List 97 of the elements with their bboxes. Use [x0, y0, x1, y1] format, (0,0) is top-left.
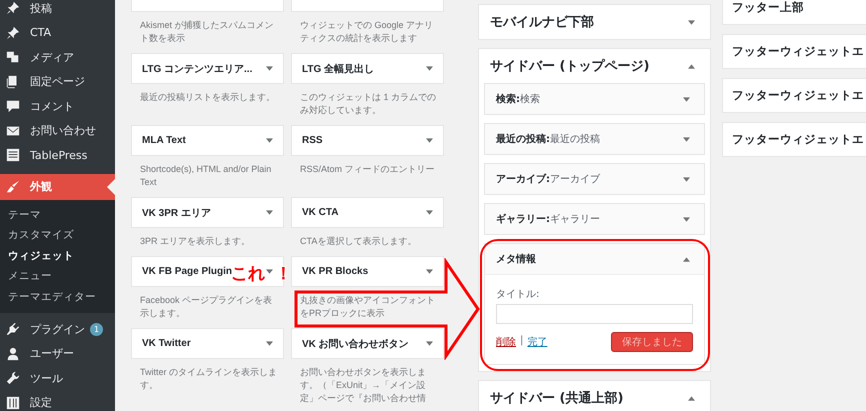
sidebar-item[interactable]: コメント — [0, 94, 115, 118]
done-link[interactable]: 完了 — [527, 335, 548, 349]
widget-tile[interactable]: VK CTA — [291, 197, 444, 228]
toggle-arrow-icon[interactable] — [683, 216, 690, 222]
widget-area-title: フッターウィジェットエ — [732, 88, 864, 103]
widget-description: 3PR エリアを表示します。 — [139, 235, 252, 248]
sidebar-item[interactable]: 投稿 — [0, 0, 115, 20]
widget-title: MLA Text — [142, 135, 186, 146]
pin-icon — [6, 26, 20, 40]
widget-description: 最近の投稿リストを表示します。 — [139, 91, 276, 104]
dropdown-arrow-icon — [426, 138, 433, 143]
dropdown-arrow-icon — [426, 66, 433, 71]
sidebar-item[interactable]: TablePress — [0, 143, 115, 168]
delete-link[interactable]: 削除 — [496, 335, 516, 349]
widget-description: Akismet が捕獲したスパムコメント数を表示 — [139, 19, 275, 45]
widget-tile[interactable]: VK お問い合わせボタン — [291, 328, 444, 359]
submenu-item[interactable]: ウィジェット — [0, 246, 115, 266]
widget-area-title: モバイルナビ下部 — [490, 14, 594, 31]
widget-title: VK Twitter — [142, 338, 191, 349]
submenu-item[interactable]: テーマ — [0, 204, 115, 225]
plug-icon — [6, 322, 20, 336]
media-icon — [6, 50, 20, 64]
widget-title: LTG 全幅見出し — [302, 62, 374, 76]
widget-title: VK 3PR エリア — [142, 206, 211, 220]
dropdown-arrow-icon — [266, 341, 273, 346]
toggle-arrow-icon[interactable] — [688, 64, 695, 68]
sidebar-item[interactable]: メディア — [0, 45, 115, 70]
sidebar-item[interactable]: ユーザー — [0, 342, 115, 366]
user-icon — [6, 346, 20, 361]
widget-tile[interactable]: LTG コンテンツエリア... — [131, 53, 284, 84]
widget-title: VK お問い合わせボタン — [302, 338, 409, 350]
widget-description: お問い合わせボタンを表示します。（「ExUnit」→「メイン設定」ページで『お問い合わせ情 — [299, 366, 427, 405]
dropdown-arrow-icon — [266, 269, 273, 274]
toggle-arrow-icon[interactable] — [683, 176, 690, 182]
pin-icon — [6, 1, 20, 16]
widget-area-title: フッターウィジェットエ — [732, 132, 864, 147]
widget-title: ギャラリー:ギャラリー — [496, 212, 600, 226]
widget-area-title: サイドバー (トップページ) — [490, 58, 650, 75]
widget-title: 検索:検索 — [496, 92, 540, 106]
widget-area-title: サイドバー (共通上部) — [490, 390, 624, 407]
widget-description: Facebook ページプラグインを表示します。 — [139, 294, 274, 320]
update-count-badge: 1 — [90, 322, 103, 336]
title-input-field[interactable] — [496, 304, 693, 324]
mail-icon — [6, 124, 20, 138]
field-label: タイトル: — [496, 288, 540, 301]
widget-description: CTAを選択して表示します。 — [299, 235, 418, 248]
toggle-arrow-icon[interactable] — [683, 96, 690, 102]
toggle-arrow-icon[interactable] — [688, 396, 695, 400]
sidebar-item[interactable]: ツール — [0, 366, 115, 390]
dropdown-arrow-icon — [266, 66, 273, 71]
comment-icon — [6, 99, 20, 114]
toggle-arrow-icon[interactable] — [683, 256, 690, 262]
toggle-arrow-icon[interactable] — [683, 136, 690, 142]
widget-description: Shortcode(s), HTML and/or Plain Text — [139, 163, 272, 189]
sidebar-item[interactable]: プラグイン 1 — [0, 317, 115, 342]
widget-title: LTG コンテンツエリア... — [142, 62, 252, 76]
toggle-arrow-icon[interactable] — [688, 20, 695, 24]
table-icon — [6, 148, 20, 162]
widget-tile[interactable]: MLA Text — [131, 125, 284, 156]
widget-area-title: フッターウィジェットエ — [732, 44, 864, 59]
widget-title: 最近の投稿:最近の投稿 — [496, 132, 600, 146]
wrench-icon — [6, 371, 20, 386]
widget-tile[interactable]: LTG 全幅見出し — [291, 53, 444, 84]
widget-tile[interactable]: VK 3PR エリア — [131, 197, 284, 228]
widget-title: VK FB Page Plugin — [142, 266, 232, 277]
sliders-icon — [6, 396, 20, 410]
link-separator: | — [520, 335, 524, 348]
submenu-item[interactable]: メニュー — [0, 266, 115, 286]
sidebar-item[interactable]: 固定ページ — [0, 70, 115, 94]
submenu-item[interactable]: テーマエディター — [0, 286, 115, 307]
arrow-annotation-icon — [294, 258, 480, 360]
widget-description: 丸抜きの画像やアイコンフォントをPRブロックに表示 — [299, 294, 436, 320]
sidebar-item[interactable]: 外観 — [0, 174, 115, 200]
dropdown-arrow-icon — [426, 341, 433, 346]
widget-tile[interactable]: RSS — [291, 125, 444, 156]
widget-title: VK CTA — [302, 207, 338, 218]
dropdown-arrow-icon — [266, 210, 273, 215]
sidebar-item[interactable]: CTA — [0, 20, 115, 45]
sidebar-item[interactable]: 設定 — [0, 390, 115, 411]
widget-title: RSS — [302, 135, 323, 146]
widget-description: RSS/Atom フィードのエントリー — [299, 163, 436, 176]
widget-description: このウィジェットは 1 カラムでのみ対応しています。 — [299, 91, 438, 117]
dropdown-arrow-icon — [426, 210, 433, 215]
submenu-item[interactable]: カスタマイズ — [0, 225, 115, 246]
widget-area-title: フッター上部 — [732, 0, 804, 15]
dropdown-arrow-icon — [266, 138, 273, 143]
widget-title: メタ情報 — [496, 252, 536, 266]
widget-tile[interactable]: VK Twitter — [131, 328, 284, 359]
widget-tile[interactable]: VK PR Blocks — [291, 256, 444, 287]
widget-description: ウィジェットでの Google アナリティクスの統計を表示します — [299, 19, 434, 45]
widget-title: VK PR Blocks — [302, 266, 368, 277]
callout-text: これ — [231, 266, 265, 283]
widget-title: アーカイブ:アーカイブ — [496, 172, 600, 186]
brush-icon — [6, 180, 20, 194]
dropdown-arrow-icon — [426, 269, 433, 274]
widget-description: Twitter のタイムラインを表示します。 — [139, 366, 278, 392]
sidebar-item[interactable]: お問い合わせ — [0, 118, 115, 143]
